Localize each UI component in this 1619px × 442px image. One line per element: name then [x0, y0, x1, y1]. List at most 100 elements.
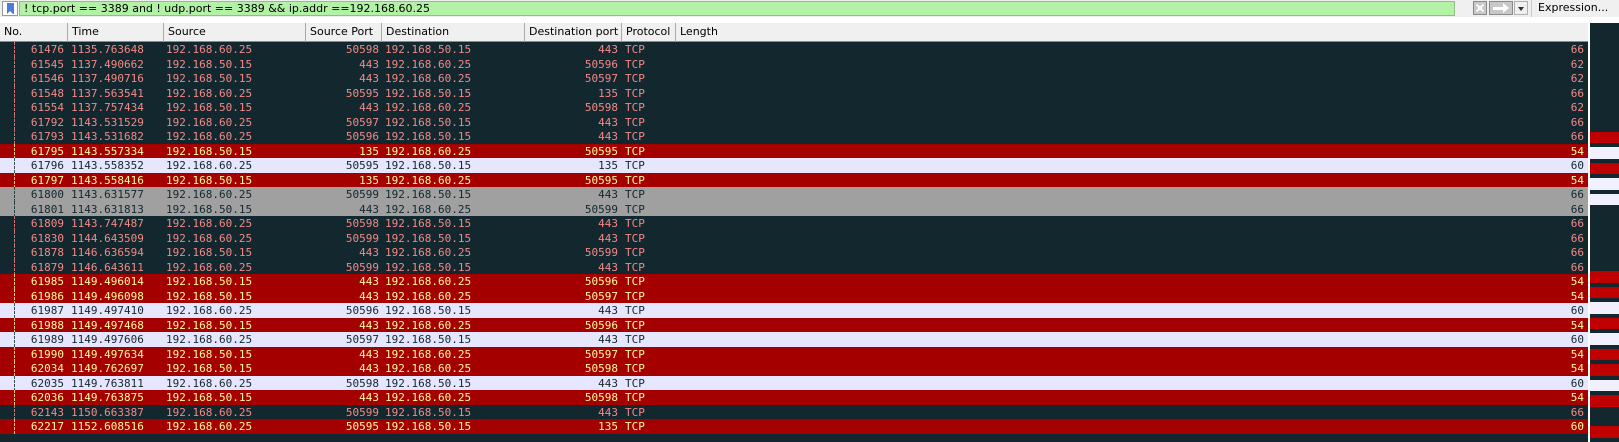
- cell-source: 192.168.60.25: [166, 86, 253, 100]
- cell-no: 62036: [30, 391, 64, 404]
- cell-destination: 192.168.50.15: [385, 217, 472, 230]
- clear-filter-icon[interactable]: [1473, 1, 1487, 15]
- packet-row[interactable]: 61987 1149.497410 192.168.60.25 50596 192.16…: [0, 303, 1588, 318]
- cell-destination-port: 443: [598, 231, 618, 245]
- cell-destination-port: 443: [598, 115, 618, 129]
- cell-no: 62035: [30, 376, 64, 390]
- packet-row[interactable]: 61792 1143.531529 192.168.60.25 50597 192.16…: [0, 114, 1588, 130]
- minimap-stripe: [1590, 224, 1619, 237]
- column-header-length[interactable]: Length: [676, 23, 1588, 42]
- column-header-source-port[interactable]: Source Port: [306, 23, 382, 42]
- packet-list-minimap[interactable]: [1590, 23, 1619, 442]
- cell-destination: 192.168.60.25: [385, 57, 472, 71]
- cell-length: 62: [1570, 101, 1584, 114]
- packet-row[interactable]: 61986 1149.496098 192.168.50.15 443 192.168.…: [0, 288, 1588, 304]
- cell-time: 1146.643611: [71, 260, 144, 274]
- cell-source: 192.168.50.15: [166, 144, 253, 158]
- minimap-stripe: [1590, 100, 1619, 113]
- cell-source-port: 50596: [345, 130, 379, 143]
- cell-source-port: 50598: [345, 43, 379, 56]
- cell-source-port: 443: [359, 246, 379, 259]
- column-header-no[interactable]: No.: [0, 23, 68, 42]
- packet-row[interactable]: 61801 1143.631813 192.168.50.15 443 192.168.…: [0, 201, 1588, 217]
- cell-source-port: 50597: [345, 333, 379, 346]
- column-header-source[interactable]: Source: [164, 23, 306, 42]
- packet-row[interactable]: 61545 1137.490662 192.168.50.15 443 192.168.…: [0, 56, 1588, 72]
- packet-row[interactable]: 61990 1149.497634 192.168.50.15 443 192.168.…: [0, 346, 1588, 362]
- cell-source: 192.168.60.25: [166, 231, 253, 245]
- packet-row[interactable]: 61796 1143.558352 192.168.60.25 50595 192.16…: [0, 158, 1588, 173]
- packet-row[interactable]: 61989 1149.497606 192.168.60.25 50597 192.16…: [0, 332, 1588, 347]
- cell-destination-port: 50597: [584, 72, 618, 85]
- minimap-stripe: [1590, 271, 1619, 283]
- cell-protocol: TCP: [625, 159, 645, 172]
- column-header-time[interactable]: Time: [68, 23, 164, 42]
- display-filter-input[interactable]: [19, 1, 1455, 16]
- packet-row[interactable]: 61809 1143.747487 192.168.60.25 50598 192.16…: [0, 216, 1588, 231]
- cell-source-port: 443: [359, 362, 379, 375]
- cell-source-port: 50599: [345, 405, 379, 419]
- packet-row[interactable]: 62217 1152.608516 192.168.60.25 50595 192.16…: [0, 419, 1588, 434]
- cell-source: 192.168.60.25: [166, 188, 253, 201]
- cell-source: 192.168.50.15: [166, 57, 253, 71]
- packet-row[interactable]: 61476 1135.763648 192.168.60.25 50598 192.16…: [0, 42, 1588, 57]
- packet-row[interactable]: 62036 1149.763875 192.168.50.15 443 192.168.…: [0, 390, 1588, 405]
- cell-destination-port: 443: [598, 217, 618, 230]
- apply-filter-arrow-icon[interactable]: [1489, 1, 1513, 15]
- column-header-protocol[interactable]: Protocol: [622, 23, 676, 42]
- cell-no: 61796: [30, 159, 64, 172]
- expression-button[interactable]: Expression...: [1531, 0, 1619, 17]
- column-header-destination[interactable]: Destination: [382, 23, 525, 42]
- cell-length: 66: [1570, 130, 1584, 143]
- filter-history-dropdown-icon[interactable]: [1514, 1, 1528, 15]
- cell-source-port: 50599: [345, 188, 379, 201]
- cell-time: 1143.631813: [71, 202, 144, 216]
- minimap-stripe: [1590, 240, 1619, 252]
- column-header-destination-port[interactable]: Destination port: [525, 23, 622, 42]
- cell-destination: 192.168.60.25: [385, 391, 472, 404]
- packet-row[interactable]: 61985 1149.496014 192.168.50.15 443 192.168.…: [0, 274, 1588, 289]
- cell-destination: 192.168.60.25: [385, 144, 472, 158]
- minimap-stripe: [1590, 379, 1619, 392]
- cell-time: 1137.757434: [71, 101, 144, 114]
- packet-row[interactable]: 61879 1146.643611 192.168.60.25 50599 192.16…: [0, 259, 1588, 275]
- minimap-stripe: [1590, 147, 1619, 159]
- packet-row[interactable]: 61797 1143.558416 192.168.50.15 135 192.168.…: [0, 172, 1588, 188]
- packet-row[interactable]: 61878 1146.636594 192.168.50.15 443 192.168.…: [0, 245, 1588, 260]
- cell-destination: 192.168.60.25: [385, 347, 472, 361]
- packet-row[interactable]: 62035 1149.763811 192.168.60.25 50598 192.16…: [0, 375, 1588, 391]
- bookmark-icon[interactable]: [2, 1, 18, 16]
- cell-no: 62034: [30, 362, 64, 375]
- packet-row[interactable]: 61554 1137.757434 192.168.50.15 443 192.168.…: [0, 100, 1588, 115]
- cell-length: 66: [1570, 246, 1584, 259]
- cell-protocol: TCP: [625, 86, 645, 100]
- cell-length: 66: [1570, 217, 1584, 230]
- cell-length: 54: [1570, 318, 1584, 332]
- packet-row[interactable]: 61793 1143.531682 192.168.60.25 50596 192.16…: [0, 129, 1588, 144]
- packet-row[interactable]: 61800 1143.631577 192.168.60.25 50599 192.16…: [0, 187, 1588, 202]
- cell-source: 192.168.50.15: [166, 318, 253, 332]
- cell-time: 1137.490662: [71, 57, 144, 71]
- cell-protocol: TCP: [625, 347, 645, 361]
- packet-row[interactable]: 61988 1149.497468 192.168.50.15 443 192.168.…: [0, 317, 1588, 333]
- packet-row[interactable]: 61830 1144.643509 192.168.60.25 50599 192.16…: [0, 230, 1588, 246]
- cell-destination: 192.168.50.15: [385, 333, 472, 346]
- cell-time: 1137.490716: [71, 72, 144, 85]
- cell-length: 54: [1570, 362, 1584, 375]
- minimap-stripe: [1590, 209, 1619, 221]
- cell-source: 192.168.60.25: [166, 130, 253, 143]
- cell-destination-port: 50597: [584, 347, 618, 361]
- cell-length: 66: [1570, 188, 1584, 201]
- packet-row[interactable]: 62143 1150.663387 192.168.60.25 50599 192.16…: [0, 404, 1588, 420]
- packet-list[interactable]: 61476 1135.763648 192.168.60.25 50598 192.16…: [0, 42, 1588, 442]
- packet-row[interactable]: 61546 1137.490716 192.168.50.15 443 192.168.…: [0, 71, 1588, 86]
- minimap-stripe: [1590, 286, 1619, 299]
- cell-destination-port: 50596: [584, 318, 618, 332]
- cell-source-port: 50598: [345, 376, 379, 390]
- cell-destination: 192.168.50.15: [385, 405, 472, 419]
- packet-row[interactable]: 61548 1137.563541 192.168.60.25 50595 192.16…: [0, 85, 1588, 101]
- cell-length: 54: [1570, 289, 1584, 303]
- cell-length: 54: [1570, 173, 1584, 187]
- packet-row[interactable]: 62034 1149.762697 192.168.50.15 443 192.168.…: [0, 361, 1588, 376]
- packet-row[interactable]: 61795 1143.557334 192.168.50.15 135 192.168.…: [0, 143, 1588, 159]
